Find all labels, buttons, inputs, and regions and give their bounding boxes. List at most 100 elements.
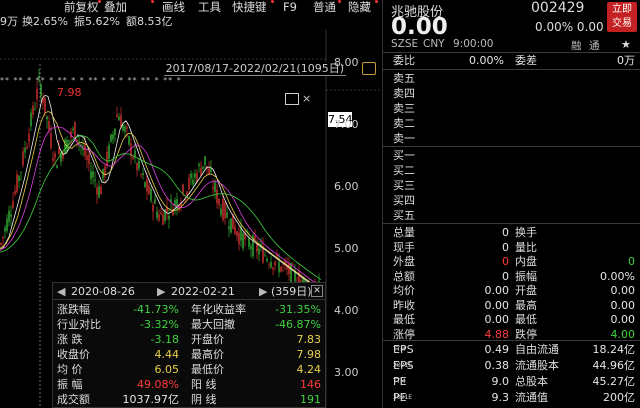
candle-body	[36, 88, 38, 100]
favorite-star-icon[interactable]: ★	[621, 38, 631, 51]
fundamental-label: 自由流通	[515, 343, 559, 356]
currency: CNY	[423, 38, 445, 50]
buy-level-label: 买二	[393, 164, 415, 177]
y-tick: 8.00	[334, 56, 359, 69]
toolbar-normal[interactable]: 普通	[313, 0, 336, 15]
buy-level-row[interactable]: 买四	[383, 193, 640, 208]
toolbar-hotkeys[interactable]: 快捷键	[232, 0, 267, 15]
candle-body	[256, 243, 258, 252]
quote-detail-row: 总额 0 振幅 0.00%	[383, 269, 640, 284]
range-end-date[interactable]: 2022-02-21	[171, 283, 235, 300]
candle-body	[56, 165, 58, 169]
candle-body	[188, 178, 190, 190]
buy-level-row[interactable]: 买一	[383, 148, 640, 163]
candle-body	[204, 156, 206, 166]
candle-body	[10, 214, 12, 217]
trade-btn-line1: 立即	[612, 4, 632, 15]
prev-arrow-icon[interactable]: ◀	[57, 283, 65, 300]
detail-label: 均价	[393, 284, 415, 297]
detail-label: 最低	[393, 313, 415, 326]
range-stat-value: 1037.97亿	[122, 393, 180, 406]
candle-body	[160, 212, 162, 215]
trade-btn-line2: 交易	[612, 18, 632, 29]
range-stat-label: 均 价	[57, 363, 83, 376]
fundamental-label: EPS TTM	[393, 343, 414, 356]
candle-body	[134, 150, 136, 157]
range-stat-label: 收盘价	[57, 348, 90, 361]
candle-body	[244, 233, 246, 240]
chart-date-range[interactable]: 2017/08/17-2022/02/21(1095日)	[163, 62, 346, 76]
moving-average-line	[0, 126, 322, 287]
fundamental-label: PE 2021E	[393, 391, 413, 404]
buy-level-row[interactable]: 买三	[383, 178, 640, 193]
y-tick: 5.00	[334, 242, 359, 255]
toolbar-f9[interactable]: F9	[283, 0, 297, 15]
sell-level-row[interactable]: 卖三	[383, 101, 640, 116]
candle-body	[274, 261, 276, 266]
toolbar-draw[interactable]: 画线	[162, 0, 185, 15]
candle-body	[18, 176, 20, 182]
sell-level-row[interactable]: 卖二	[383, 116, 640, 131]
range-stat-value: 7.83	[296, 333, 322, 346]
candle-body	[58, 147, 60, 155]
close-panel-icon[interactable]: ✕	[311, 285, 323, 297]
fuquan-dot	[98, 0, 101, 3]
toolbar-hide[interactable]: 隐藏	[348, 0, 371, 15]
buy-level-row[interactable]: 买五	[383, 208, 640, 223]
range-panel-header: ◀ 2020-08-26 ▶ 2022-02-21 ▶ (359日) ✕	[53, 283, 325, 300]
quote-detail-row: 昨收 0.00 最高 0.00	[383, 298, 640, 313]
quote-panel: 兆驰股份 002429 立即 交易 0.00 0.00% 0.00 SZSE C…	[382, 0, 640, 408]
sell-level-row[interactable]: 卖五	[383, 71, 640, 86]
range-stat-row: 收盘价 4.44 最高价 7.98	[53, 347, 325, 362]
range-stat-value: 4.24	[296, 363, 322, 376]
candle-body	[168, 215, 170, 220]
weibi-label: 委比	[393, 54, 415, 67]
candle-body	[278, 261, 280, 273]
toolbar-overlay[interactable]: 叠加	[104, 0, 127, 15]
candle-body	[230, 218, 232, 233]
candle-body	[142, 173, 144, 175]
maximize-icon[interactable]	[285, 93, 299, 105]
range-stat-label: 成交额	[57, 393, 90, 406]
candle-body	[8, 210, 10, 222]
range-stat-value: 4.44	[154, 348, 180, 361]
candle-body	[140, 174, 142, 176]
stat-volume: 9万	[0, 15, 18, 28]
next-arrow-icon[interactable]: ▶	[157, 283, 165, 300]
fundamental-value: 18.24亿	[592, 343, 636, 356]
sell-level-row[interactable]: 卖四	[383, 86, 640, 101]
candle-body	[100, 187, 102, 195]
detail-label: 换手	[515, 226, 537, 239]
range-stat-value: 6.05	[154, 363, 180, 376]
range-start-date[interactable]: 2020-08-26	[71, 283, 135, 300]
range-stat-label: 涨跌幅	[57, 303, 90, 316]
sell-level-row[interactable]: 卖一	[383, 131, 640, 146]
candle-body	[34, 108, 36, 110]
range-stat-value: -31.35%	[275, 303, 321, 316]
detail-label: 量比	[515, 240, 537, 254]
toolbar-tools[interactable]: 工具	[198, 0, 221, 15]
close-icon[interactable]: ×	[302, 93, 311, 105]
detail-label: 最高	[515, 298, 537, 312]
toolbar-fuquan[interactable]: 前复权	[64, 0, 99, 15]
trade-now-button[interactable]: 立即 交易	[607, 2, 637, 32]
candle-body	[248, 238, 250, 247]
range-stat-row: 成交额 1037.97亿 阴 线 191	[53, 392, 325, 407]
candle-body	[96, 187, 98, 195]
quote-detail-row: 总量 0 换手	[383, 225, 640, 240]
stat-turnover: 换2.65%	[22, 15, 68, 28]
candle-body	[192, 179, 194, 185]
candle-body	[122, 124, 124, 131]
lock-icon[interactable]	[362, 62, 376, 75]
buy-level-row[interactable]: 买二	[383, 163, 640, 178]
end-arrow-icon[interactable]: ▶	[259, 283, 267, 300]
candle-body	[110, 134, 112, 142]
weibi-row: 委比 0.00% 委差 0万	[383, 53, 640, 68]
fundamental-row: EPS 2021E 0.38 流通股本 44.96亿	[383, 358, 640, 373]
detail-label: 振幅	[515, 269, 537, 283]
weibi-value: 0.00%	[469, 54, 504, 67]
hide-dot	[375, 0, 378, 3]
candle-body	[138, 160, 140, 169]
candle-body	[114, 128, 116, 136]
range-stat-row: 振 幅 49.08% 阳 线 146	[53, 377, 325, 392]
